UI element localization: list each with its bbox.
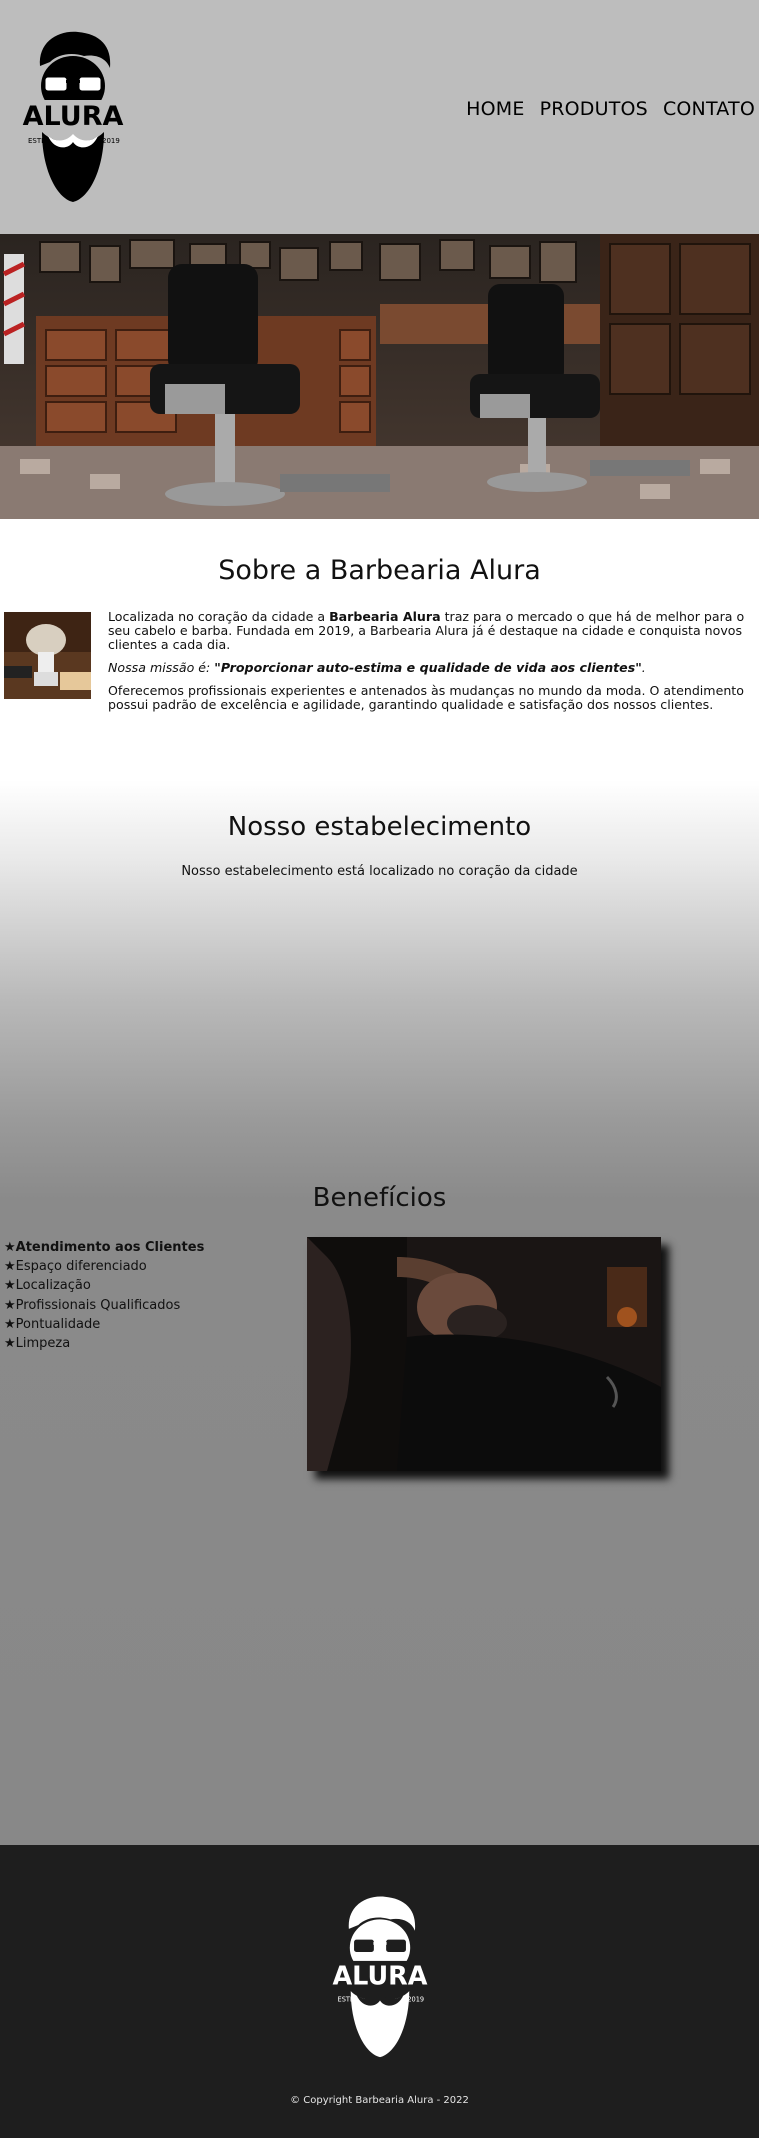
mission-paragraph: Nossa missão é: "Proporcionar auto-estim…: [108, 660, 646, 675]
alura-logo[interactable]: ALURA ESTD 2019: [20, 28, 126, 204]
copyright-text: © Copyright Barbearia Alura - 2022: [290, 2095, 469, 2106]
nav-produtos-link[interactable]: PRODUTOS: [540, 98, 648, 120]
footer-alura-logo[interactable]: ALURA ESTD 2019: [330, 1889, 430, 2063]
main-nav: HOME PRODUTOS CONTATO: [466, 98, 755, 120]
barber-shaving-client-image: [307, 1237, 661, 1471]
list-item: ★Pontualidade: [4, 1316, 101, 1332]
list-item: ★Atendimento aos Clientes: [4, 1240, 205, 1255]
site-header: ALURA ESTD 2019 HOME PRODUTOS CONTATO: [0, 0, 759, 234]
svg-text:2019: 2019: [407, 1995, 424, 2003]
barbershop-banner-image: [0, 234, 759, 519]
beneficios-section-title: Benefícios: [312, 1183, 447, 1213]
estabelecimento-subtitle: Nosso estabelecimento está localizado no…: [181, 864, 578, 879]
estabelecimento-section-title: Nosso estabelecimento: [227, 812, 532, 842]
site-footer: ALURA ESTD 2019 © Copyright Barbearia Al…: [0, 1845, 759, 2138]
list-item: ★Profissionais Qualificados: [4, 1297, 181, 1313]
mission-statement: "Proporcionar auto-estima e qualidade de…: [214, 660, 642, 675]
sobre-section-title: Sobre a Barbearia Alura: [218, 555, 541, 586]
beneficios-list: ★Atendimento aos Clientes ★Espaço difere…: [4, 1238, 204, 1353]
list-item: ★Localização: [4, 1278, 91, 1294]
bearded-man-logo-icon: ALURA ESTD 2019: [330, 1896, 430, 2058]
nav-home-link[interactable]: HOME: [466, 98, 524, 120]
list-item: ★Espaço diferenciado: [4, 1259, 147, 1275]
svg-text:ALURA: ALURA: [332, 1961, 427, 1991]
barbearia-alura-bold: Barbearia Alura: [329, 609, 441, 624]
nav-contato-link[interactable]: CONTATO: [663, 98, 755, 120]
bearded-man-logo-icon: ALURA ESTD 2019: [20, 31, 126, 202]
list-item: ★Limpeza: [4, 1336, 71, 1352]
svg-text:ALURA: ALURA: [23, 101, 124, 132]
sobre-description: Localizada no coração da cidade a Barbea…: [108, 610, 756, 721]
shaving-brush-image: [4, 612, 91, 699]
sobre-paragraph-3: Oferecemos profissionais experientes e a…: [108, 683, 744, 712]
svg-text:2019: 2019: [102, 137, 120, 145]
sobre-paragraph-1: Localizada no coração da cidade a Barbea…: [108, 609, 745, 652]
